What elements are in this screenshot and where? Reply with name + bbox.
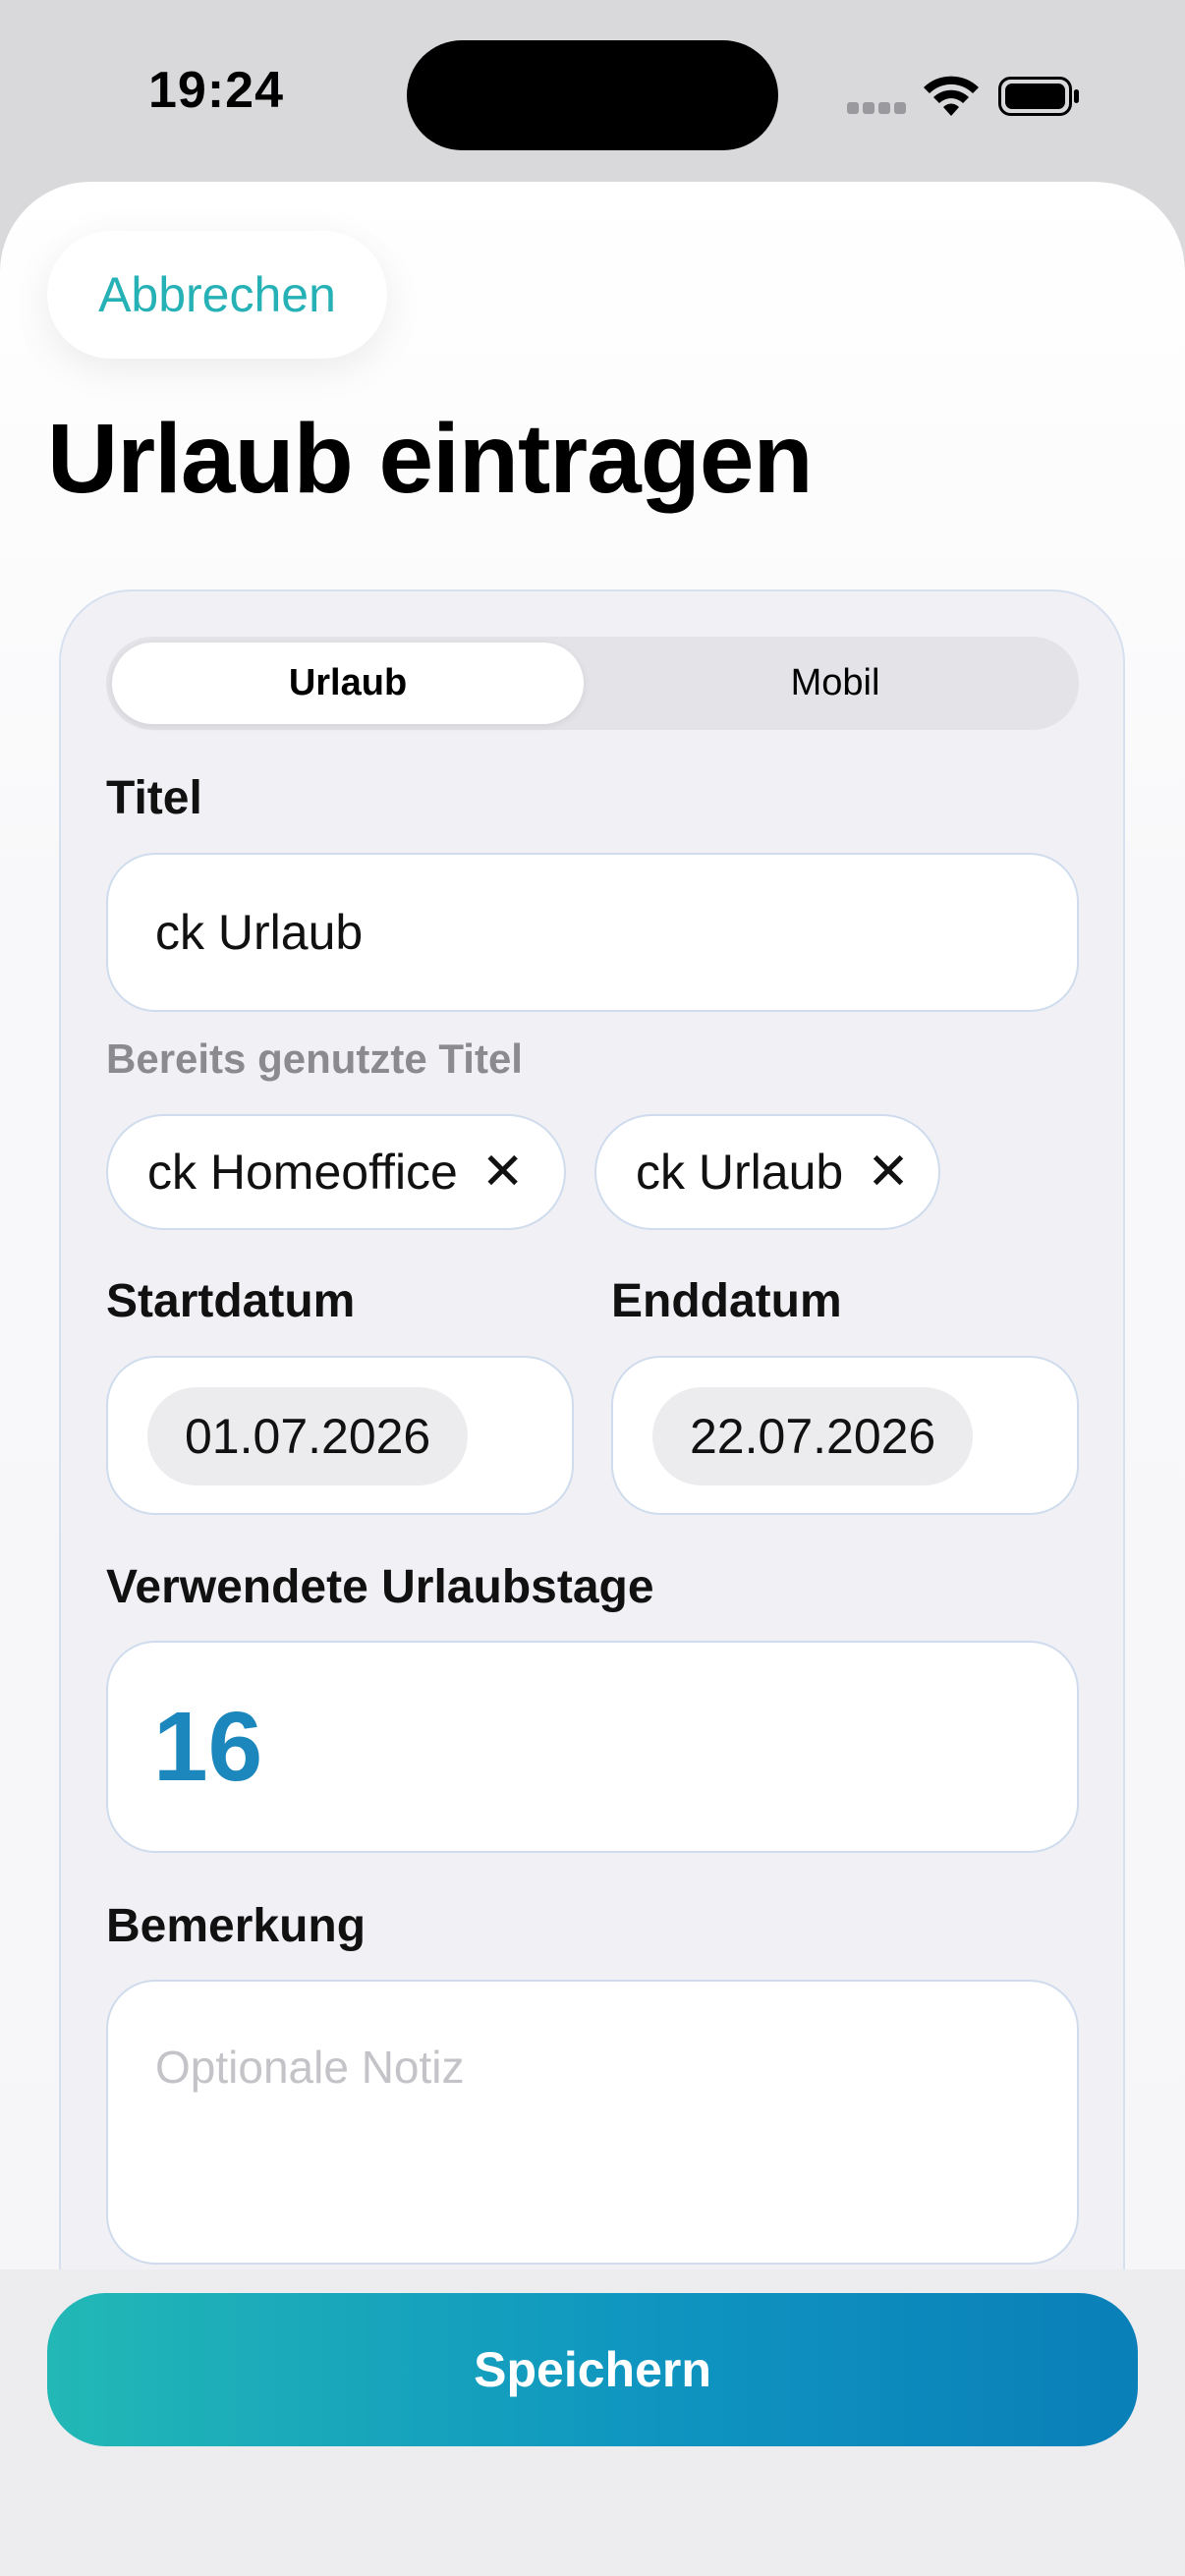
screen: 19:24 Abbrechen Urlaub eintragen Urlaub … — [0, 0, 1185, 2576]
end-date-picker[interactable]: 22.07.2026 — [652, 1387, 974, 1485]
title-chip[interactable]: ck Urlaub ✕ — [594, 1114, 940, 1230]
title-label: Titel — [106, 772, 202, 824]
close-icon[interactable]: ✕ — [867, 1143, 910, 1202]
start-date-field: 01.07.2026 — [106, 1356, 574, 1515]
start-date-picker[interactable]: 01.07.2026 — [147, 1387, 469, 1485]
end-date-field: 22.07.2026 — [611, 1356, 1079, 1515]
end-date-label: Enddatum — [611, 1275, 842, 1327]
status-bar: 19:24 — [0, 0, 1185, 187]
start-date-label: Startdatum — [106, 1275, 356, 1327]
signal-icon — [847, 102, 908, 114]
title-chip-label: ck Homeoffice — [147, 1145, 458, 1200]
vacation-days-value: 16 — [106, 1641, 1079, 1853]
battery-icon — [998, 77, 1079, 116]
title-input-value: ck Urlaub — [155, 905, 364, 960]
save-button[interactable]: Speichern — [47, 2293, 1138, 2446]
type-segmented-control: Urlaub Mobil — [106, 637, 1079, 730]
vacation-days-label: Verwendete Urlaubstage — [106, 1561, 654, 1613]
title-input[interactable]: ck Urlaub — [106, 853, 1079, 1012]
segment-mobil[interactable]: Mobil — [597, 643, 1073, 724]
wifi-icon — [924, 76, 979, 116]
title-chip-label: ck Urlaub — [636, 1145, 844, 1200]
status-time: 19:24 — [148, 62, 284, 119]
dynamic-island — [407, 40, 778, 150]
page-title: Urlaub eintragen — [47, 404, 814, 514]
title-chip[interactable]: ck Homeoffice ✕ — [106, 1114, 566, 1230]
segment-urlaub[interactable]: Urlaub — [112, 643, 584, 724]
note-textarea[interactable]: Optionale Notiz — [106, 1980, 1079, 2265]
note-placeholder: Optionale Notiz — [155, 2042, 465, 2093]
note-label: Bemerkung — [106, 1900, 367, 1952]
used-titles-hint: Bereits genutzte Titel — [106, 1036, 523, 1082]
close-icon[interactable]: ✕ — [481, 1143, 525, 1202]
cancel-button[interactable]: Abbrechen — [47, 231, 387, 359]
